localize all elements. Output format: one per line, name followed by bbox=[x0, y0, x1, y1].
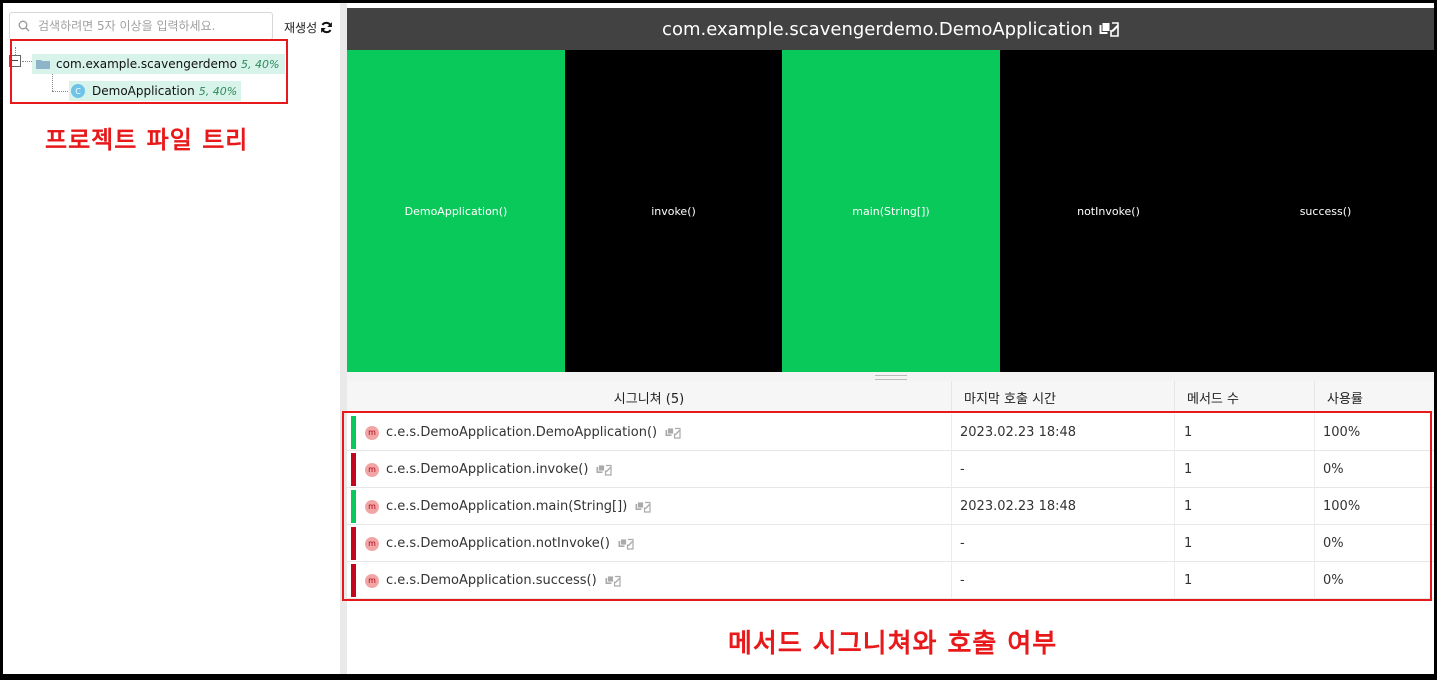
search-input[interactable] bbox=[38, 16, 270, 36]
search-icon bbox=[18, 20, 30, 32]
regenerate-label: 재생성 bbox=[284, 20, 318, 35]
table-annotation: 메서드 시그니쳐와 호출 여부 bbox=[728, 629, 1058, 659]
copy-edit-icon[interactable] bbox=[1099, 21, 1119, 37]
treemap-tile-label: main(String[]) bbox=[852, 204, 930, 218]
header-last-call[interactable]: 마지막 호출 시간 bbox=[951, 381, 1174, 413]
header-method-count[interactable]: 메서드 수 bbox=[1174, 381, 1314, 413]
method-treemap: DemoApplication() invoke() main(String[]… bbox=[347, 50, 1434, 372]
tree-annotation: 프로젝트 파일 트리 bbox=[45, 126, 249, 154]
header-signature[interactable]: 시그니쳐 (5) bbox=[347, 381, 951, 413]
treemap-tile[interactable]: main(String[]) bbox=[782, 50, 1000, 372]
table-header: 시그니쳐 (5) 마지막 호출 시간 메서드 수 사용률 bbox=[347, 381, 1434, 413]
regenerate-button[interactable]: 재생성 bbox=[284, 17, 333, 37]
treemap-tile[interactable]: notInvoke() bbox=[1000, 50, 1217, 372]
treemap-tile[interactable]: success() bbox=[1217, 50, 1434, 372]
treemap-tile-label: invoke() bbox=[651, 204, 696, 218]
tree-highlight-box bbox=[10, 39, 288, 104]
class-title: com.example.scavengerdemo.DemoApplicatio… bbox=[662, 18, 1093, 40]
header-usage[interactable]: 사용률 bbox=[1314, 381, 1434, 413]
treemap-tile[interactable]: invoke() bbox=[565, 50, 782, 372]
table-highlight-box bbox=[342, 411, 1432, 601]
search-box bbox=[9, 12, 273, 40]
panel-splitter[interactable] bbox=[347, 372, 1434, 381]
treemap-tile[interactable]: DemoApplication() bbox=[347, 50, 565, 372]
app-frame: 재생성 com.example.scavengerdemo 5, 40% bbox=[3, 3, 1434, 674]
treemap-tile-label: success() bbox=[1299, 204, 1352, 218]
treemap-tile-label: DemoApplication() bbox=[404, 204, 508, 218]
refresh-icon bbox=[321, 21, 333, 33]
class-title-bar: com.example.scavengerdemo.DemoApplicatio… bbox=[347, 8, 1434, 50]
main-panel: com.example.scavengerdemo.DemoApplicatio… bbox=[342, 3, 1434, 674]
treemap-tile-label: notInvoke() bbox=[1077, 204, 1140, 218]
sidebar: 재생성 com.example.scavengerdemo 5, 40% bbox=[3, 3, 340, 674]
